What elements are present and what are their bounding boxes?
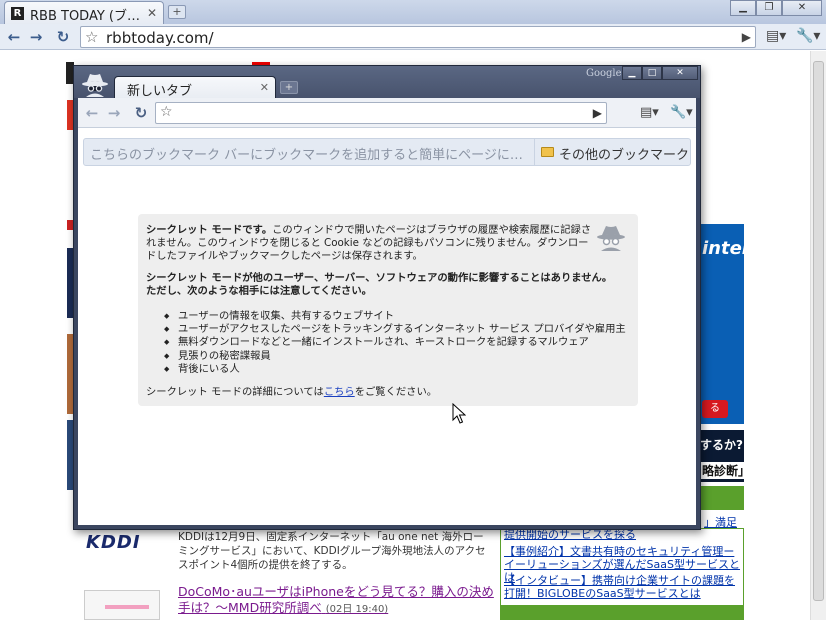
wrench-icon[interactable]: 🔧▾ bbox=[796, 28, 820, 44]
close-window-button[interactable]: ✕ bbox=[662, 66, 698, 80]
minimize-button[interactable]: ▁ bbox=[730, 0, 756, 16]
incognito-spy-icon bbox=[597, 226, 625, 251]
ad-button[interactable]: る bbox=[702, 400, 728, 418]
page-menu-icon[interactable]: ▤▾ bbox=[766, 28, 786, 44]
close-window-button[interactable]: ✕ bbox=[782, 0, 822, 16]
forward-icon[interactable]: → bbox=[28, 29, 44, 45]
other-bookmarks-button[interactable]: その他のブックマーク bbox=[534, 139, 692, 165]
minimize-button[interactable]: ▁ bbox=[622, 66, 642, 80]
page-menu-icon[interactable]: ▤▾ bbox=[640, 105, 659, 120]
list-item: 背後にいる人 bbox=[164, 363, 604, 376]
green-banner bbox=[500, 606, 744, 620]
incognito-window: 新しいタブ ✕ + Google ▁ □ ✕ ← → ↻ ☆ ▶ ▤▾ 🔧▾ こ… bbox=[73, 65, 701, 530]
toolbar: ← → ↻ ☆ rbbtoday.com/ ▶ bbox=[0, 24, 826, 50]
learn-more-link[interactable]: こちら bbox=[324, 386, 355, 398]
back-icon[interactable]: ← bbox=[6, 29, 22, 45]
article-date: (02日 19:40) bbox=[325, 604, 389, 615]
list-item: 見張りの秘密諜報員 bbox=[164, 350, 604, 363]
incognito-title-bar[interactable]: 新しいタブ ✕ + Google ▁ □ ✕ bbox=[74, 66, 700, 99]
maximize-button[interactable]: □ bbox=[642, 66, 662, 80]
list-item: ユーザーの情報を収集、共有するウェブサイト bbox=[164, 310, 604, 323]
incognito-content: ← → ↻ ☆ ▶ ▤▾ 🔧▾ こちらのブックマーク バーにブックマークを追加す… bbox=[78, 98, 696, 525]
article-thumbnail[interactable] bbox=[84, 590, 160, 620]
go-icon[interactable]: ▶ bbox=[593, 106, 602, 120]
toolbar: ← → ↻ ☆ ▶ ▤▾ 🔧▾ bbox=[78, 98, 696, 128]
green-banner bbox=[700, 486, 744, 510]
tab-new-tab[interactable]: 新しいタブ ✕ bbox=[114, 76, 276, 99]
ad-text: 略診断」 bbox=[700, 462, 753, 479]
notice-heading: シークレット モードです。 bbox=[146, 224, 273, 236]
thumbnail-bar bbox=[105, 605, 149, 609]
notice-footer: シークレット モードの詳細についてはこちらをご覧ください。 bbox=[146, 386, 626, 399]
article-title-link[interactable]: DoCoMo･auユーザはiPhoneをどう見てる？購入の決め手は？～MMD研究… bbox=[178, 584, 496, 618]
close-tab-icon[interactable]: ✕ bbox=[260, 81, 269, 94]
notice-text: をご覧ください。 bbox=[354, 386, 438, 398]
window-controls: ▁ □ ✕ bbox=[622, 66, 698, 80]
sidebar-link[interactable]: 【インタビュー】携帯向け企業サイトの課題を打開！BIGLOBEのSaaS型サービ… bbox=[504, 574, 740, 600]
star-icon[interactable]: ☆ bbox=[85, 28, 98, 46]
incognito-notice: シークレット モードです。このウィンドウで開いたページはブラウザの履歴や検索履歴… bbox=[138, 214, 638, 406]
scrollbar-thumb[interactable] bbox=[813, 61, 824, 601]
notice-warning: シークレット モードが他のユーザー、サーバー、ソフトウェアの動作に影響することは… bbox=[146, 272, 613, 297]
mouse-cursor-icon bbox=[452, 403, 466, 424]
back-icon[interactable]: ← bbox=[84, 105, 100, 121]
reload-icon[interactable]: ↻ bbox=[55, 29, 71, 45]
notice-paragraph: シークレット モードです。このウィンドウで開いたページはブラウザの履歴や検索履歴… bbox=[146, 224, 592, 263]
star-icon[interactable]: ☆ bbox=[160, 104, 173, 120]
tab-title: 新しいタブ bbox=[127, 84, 193, 99]
favicon-icon: R bbox=[11, 7, 24, 20]
forward-icon[interactable]: → bbox=[106, 105, 122, 121]
restore-button[interactable]: ❐ bbox=[756, 0, 782, 16]
go-icon[interactable]: ▶ bbox=[742, 30, 751, 44]
intel-logo: intel bbox=[702, 238, 748, 259]
incognito-spy-icon bbox=[82, 74, 108, 97]
url-text: rbbtoday.com/ bbox=[106, 29, 214, 47]
close-tab-icon[interactable]: ✕ bbox=[147, 6, 157, 20]
title-bar: R RBB TODAY (ブ… ✕ + ▁ ❐ ✕ bbox=[0, 0, 826, 24]
reload-icon[interactable]: ↻ bbox=[133, 105, 149, 121]
window-controls: ▁ ❐ ✕ bbox=[730, 0, 822, 16]
ad-text: するか? bbox=[700, 438, 743, 452]
bookmark-bar-hint: こちらのブックマーク バーにブックマークを追加すると簡単にページに… bbox=[90, 148, 523, 163]
tab-title: RBB TODAY (ブ… bbox=[30, 9, 140, 24]
kddi-logo[interactable]: KDDI bbox=[86, 532, 141, 553]
folder-icon bbox=[541, 147, 554, 157]
intel-ad[interactable]: intel る bbox=[700, 224, 748, 424]
new-tab-button[interactable]: + bbox=[280, 81, 298, 94]
vertical-scrollbar[interactable] bbox=[810, 51, 826, 620]
bookmark-bar: こちらのブックマーク バーにブックマークを追加すると簡単にページに… その他のブ… bbox=[83, 138, 691, 166]
dark-ad[interactable]: するか? 略診断」 bbox=[700, 430, 753, 482]
address-bar[interactable]: ☆ ▶ bbox=[155, 102, 607, 124]
other-bookmarks-label: その他のブックマーク bbox=[559, 148, 690, 163]
google-brand: Google bbox=[586, 68, 622, 79]
tab-rbb-today[interactable]: R RBB TODAY (ブ… ✕ bbox=[4, 1, 164, 24]
address-bar[interactable]: ☆ rbbtoday.com/ ▶ bbox=[80, 26, 756, 48]
notice-text: シークレット モードの詳細については bbox=[146, 386, 324, 398]
list-item: ユーザーがアクセスしたページをトラッキングするインターネット サービス プロバイ… bbox=[164, 323, 626, 336]
article-summary: KDDIは12月9日、固定系インターネット「au one net 海外ローミング… bbox=[178, 531, 486, 571]
wrench-icon[interactable]: 🔧▾ bbox=[670, 105, 693, 120]
notice-list: ユーザーの情報を収集、共有するウェブサイト ユーザーがアクセスしたページをトラッ… bbox=[164, 310, 626, 376]
new-tab-button[interactable]: + bbox=[168, 5, 186, 19]
list-item: 無料ダウンロードなどと一緒にインストールされ、キーストロークを記録するマルウェア bbox=[164, 336, 604, 349]
